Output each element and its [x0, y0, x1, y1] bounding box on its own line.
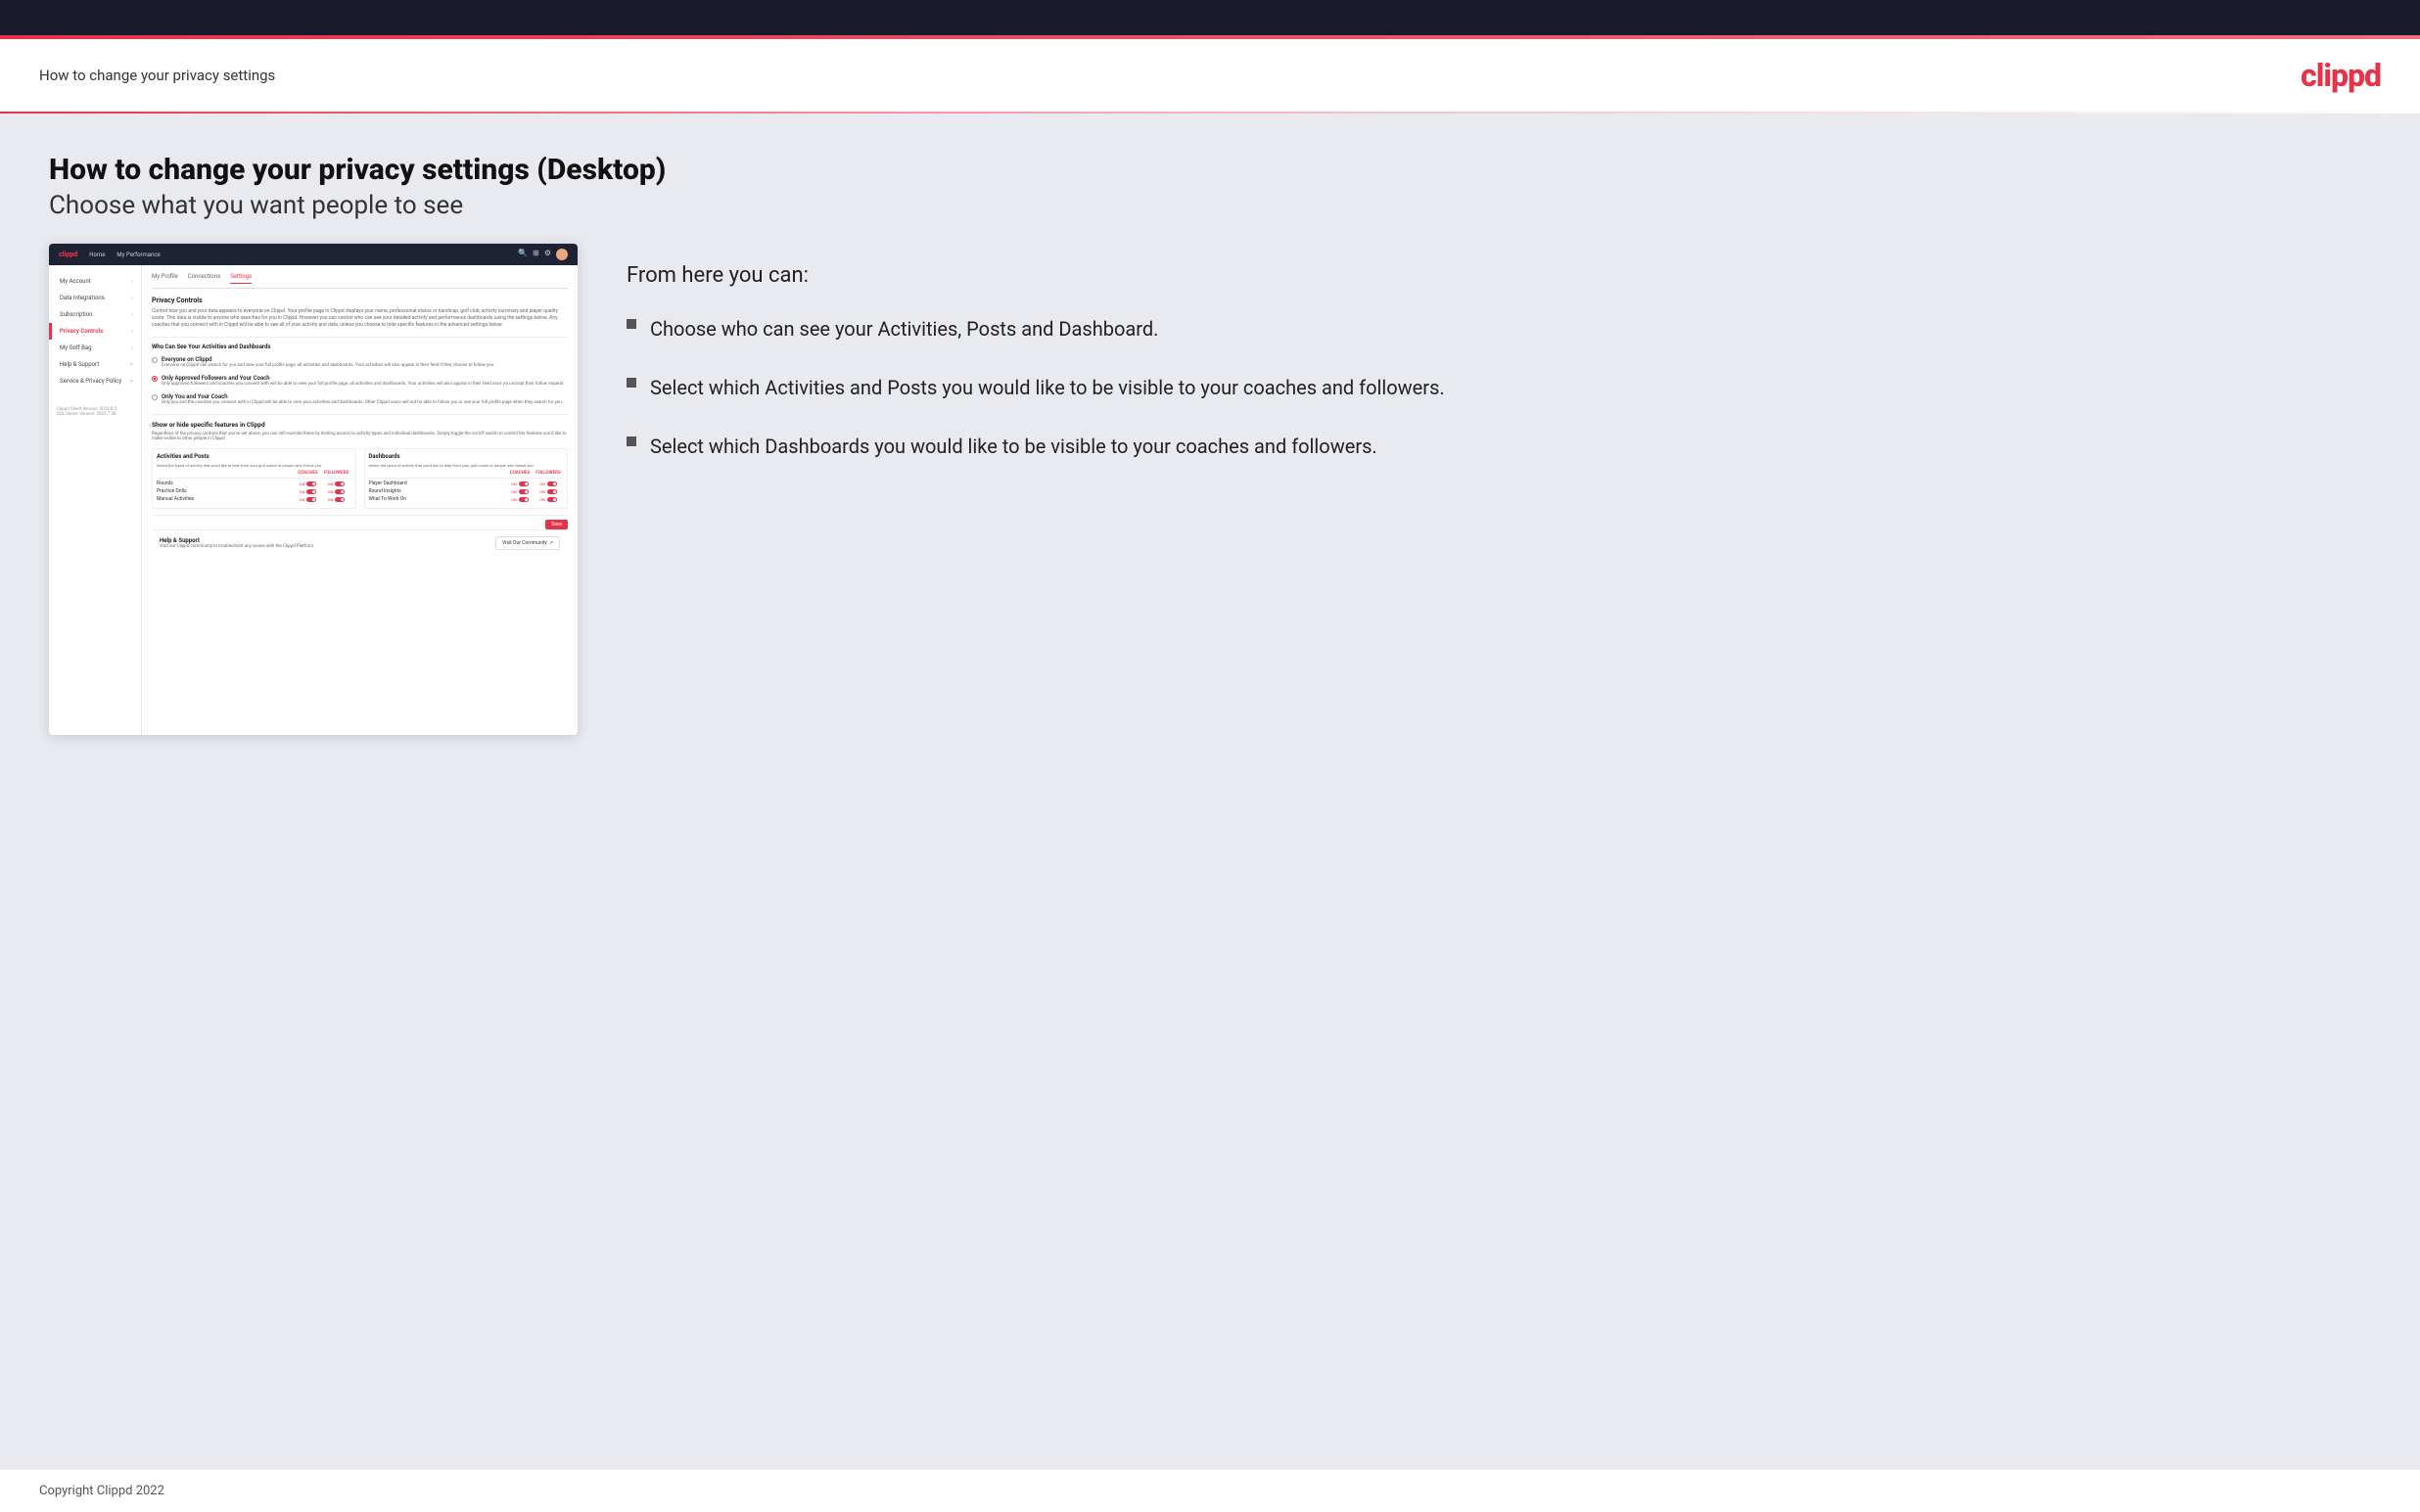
toggle-rounds-coaches	[306, 481, 316, 486]
radio-coach-only	[152, 394, 158, 400]
sidebar-item-privacy-policy: Service & Privacy Policy ↗	[49, 373, 141, 389]
copyright-text: Copyright Clippd 2022	[39, 1484, 164, 1498]
bullet-text: Choose who can see your Activities, Post…	[650, 315, 1158, 343]
mock-nav-icons: 🔍 ⊞ ⚙	[518, 249, 568, 260]
sidebar-item-myaccount: My Account ›	[49, 273, 141, 290]
mock-sub-nav: My Profile Connections Settings	[152, 273, 568, 289]
toggle-player-coaches	[519, 481, 529, 486]
external-link-icon: ↗	[549, 540, 553, 546]
sidebar-item-data-integrations: Data Integrations ›	[49, 290, 141, 306]
tab-my-profile: My Profile	[152, 273, 178, 284]
main-content: How to change your privacy settings (Des…	[0, 114, 2420, 1469]
mock-sidebar: My Account › Data Integrations › Subscri…	[49, 265, 142, 735]
logo: clippd	[2301, 57, 2381, 94]
chevron-right-icon: ›	[131, 345, 133, 351]
tab-settings: Settings	[230, 273, 252, 284]
mock-show-hide-section: Show or hide specific features in Clippd…	[152, 414, 568, 530]
toggle-rounds-insights-followers	[547, 489, 557, 494]
mock-save-row: Save	[152, 515, 568, 529]
toggle-manual-coaches	[306, 497, 316, 502]
page-header: How to change your privacy settings (Des…	[49, 153, 2371, 220]
mock-body: My Account › Data Integrations › Subscri…	[49, 265, 578, 735]
chevron-right-icon: ›	[131, 279, 133, 285]
list-item: Select which Dashboards you would like t…	[627, 433, 2371, 460]
bullet-icon	[627, 319, 636, 329]
table-row: Player Dashboard ON ON	[369, 481, 564, 486]
sidebar-item-subscription: Subscription ›	[49, 306, 141, 323]
mock-show-hide-desc: Regardless of the privacy controls that …	[152, 432, 568, 443]
bullet-list: Choose who can see your Activities, Post…	[627, 315, 2371, 460]
radio-followers-selected	[152, 376, 158, 382]
mock-who-title: Who Can See Your Activities and Dashboar…	[152, 337, 568, 350]
mock-save-button: Save	[545, 520, 568, 529]
mock-help-section: Help & Support Visit our Clippd communit…	[152, 529, 568, 556]
radio-everyone	[152, 357, 158, 363]
toggle-rounds-followers	[335, 481, 345, 486]
toggle-drills-followers	[335, 489, 345, 494]
bullet-icon	[627, 436, 636, 446]
table-row: Rounds ON ON	[157, 481, 351, 486]
mock-tables-row: Activities and Posts Select the types of…	[152, 448, 568, 509]
mock-privacy-description: Control how you and your data appears to…	[152, 308, 568, 329]
search-icon: 🔍	[518, 249, 528, 260]
mock-visit-community-button: Visit Our Community ↗	[495, 536, 560, 550]
mock-dashboards-table: Dashboards Select the types of activity …	[364, 448, 569, 509]
external-link-icon: ↗	[129, 362, 133, 368]
mock-nav-performance: My Performance	[116, 252, 160, 258]
avatar	[556, 249, 568, 260]
grid-icon: ⊞	[533, 249, 539, 260]
sidebar-item-privacy-controls: Privacy Controls ›	[49, 323, 141, 340]
toggle-wtwo-coaches	[519, 497, 529, 502]
sidebar-item-help: Help & Support ↗	[49, 356, 141, 373]
mock-radio-followers: Only Approved Followers and Your Coach O…	[152, 375, 568, 388]
top-bar	[0, 0, 2420, 39]
mock-main-panel: My Profile Connections Settings Privacy …	[142, 265, 578, 735]
page-title: How to change your privacy settings (Des…	[49, 153, 2371, 187]
sidebar-item-golf-bag: My Golf Bag ›	[49, 340, 141, 356]
right-panel: From here you can: Choose who can see yo…	[627, 244, 2371, 460]
chevron-right-icon: ›	[131, 312, 133, 318]
mock-logo: clippd	[59, 251, 77, 258]
chevron-right-icon: ›	[131, 296, 133, 301]
sidebar-version: Clippd Client Version: 2022.8.2SQL Serve…	[49, 399, 141, 425]
tab-connections: Connections	[188, 273, 221, 284]
table-row: What To Work On ON ON	[369, 496, 564, 502]
footer: Copyright Clippd 2022	[0, 1469, 2420, 1512]
toggle-player-followers	[547, 481, 557, 486]
list-item: Choose who can see your Activities, Post…	[627, 315, 2371, 343]
mock-dashboards-header: COACHES FOLLOWERS	[369, 471, 564, 479]
page-subtitle: Choose what you want people to see	[49, 191, 2371, 220]
header: How to change your privacy settings clip…	[0, 39, 2420, 112]
mock-who-section: Who Can See Your Activities and Dashboar…	[152, 337, 568, 406]
mock-app: clippd Home My Performance 🔍 ⊞ ⚙	[49, 244, 578, 735]
mock-radio-everyone: Everyone on Clippd Everyone on Clippd ca…	[152, 356, 568, 369]
bullet-text: Select which Dashboards you would like t…	[650, 433, 1377, 460]
bullet-text: Select which Activities and Posts you wo…	[650, 374, 1445, 401]
table-row: Practice Drills ON ON	[157, 488, 351, 494]
right-panel-header: From here you can:	[627, 263, 2371, 288]
toggle-manual-followers	[335, 497, 345, 502]
mock-section-title: Privacy Controls	[152, 297, 568, 304]
mock-radio-coach-only: Only You and Your Coach Only you and the…	[152, 393, 568, 406]
bullet-icon	[627, 378, 636, 388]
table-row: Manual Activities ON ON	[157, 496, 351, 502]
settings-icon: ⚙	[544, 249, 551, 260]
header-title: How to change your privacy settings	[39, 67, 275, 84]
top-bar-accent	[0, 35, 2420, 39]
toggle-wtwo-followers	[547, 497, 557, 502]
content-row: clippd Home My Performance 🔍 ⊞ ⚙	[49, 244, 2371, 735]
external-link-icon: ↗	[129, 379, 133, 385]
mock-show-hide-title: Show or hide specific features in Clippd	[152, 421, 568, 429]
mock-nav: clippd Home My Performance 🔍 ⊞ ⚙	[49, 244, 578, 265]
toggle-drills-coaches	[306, 489, 316, 494]
chevron-right-icon: ›	[131, 329, 133, 335]
toggle-rounds-insights-coaches	[519, 489, 529, 494]
mock-nav-home: Home	[89, 252, 105, 258]
list-item: Select which Activities and Posts you wo…	[627, 374, 2371, 401]
screenshot-container: clippd Home My Performance 🔍 ⊞ ⚙	[49, 244, 578, 735]
mock-activities-table: Activities and Posts Select the types of…	[152, 448, 356, 509]
table-row: Round Insights ON ON	[369, 488, 564, 494]
mock-activities-header: COACHES FOLLOWERS	[157, 471, 351, 479]
